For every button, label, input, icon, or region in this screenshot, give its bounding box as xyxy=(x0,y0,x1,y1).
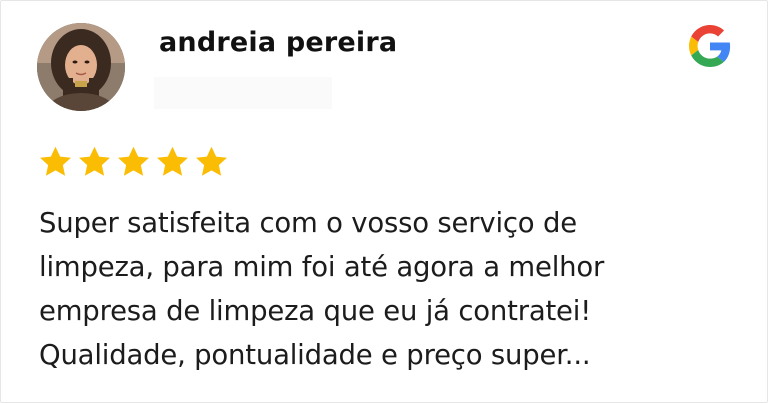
star-icon xyxy=(118,146,149,176)
avatar[interactable] xyxy=(37,23,125,111)
google-g-icon xyxy=(689,25,731,67)
star-icon xyxy=(79,146,110,176)
review-date-blank xyxy=(154,77,332,109)
review-text-line: empresa de limpeza que eu já contratei! xyxy=(39,295,592,327)
star-rating xyxy=(37,144,230,180)
review-card: andreia pereira Super satisfeita com o v… xyxy=(0,0,768,403)
star-icon xyxy=(157,146,188,176)
review-text-line: Super satisfeita com o vosso serviço de xyxy=(39,207,577,239)
reviewer-name[interactable]: andreia pereira xyxy=(159,27,397,58)
review-text: Super satisfeita com o vosso serviço de l… xyxy=(39,201,739,377)
avatar-photo xyxy=(37,23,125,111)
star-icon xyxy=(196,146,227,176)
review-text-line: limpeza, para mim foi até agora a melhor xyxy=(39,251,605,283)
review-text-line: Qualidade, pontualidade e preço super... xyxy=(39,339,591,371)
star-icon xyxy=(40,146,71,176)
